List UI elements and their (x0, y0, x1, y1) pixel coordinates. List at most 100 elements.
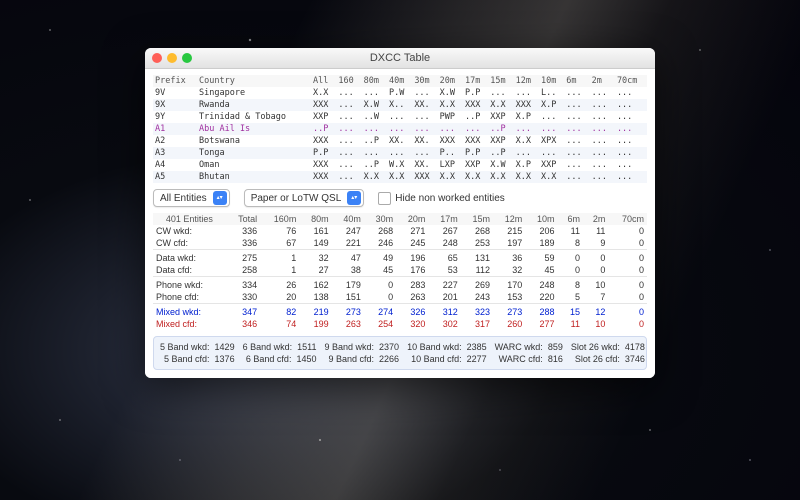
stats-col-header: 70cm (608, 213, 647, 225)
band-cell: ... (564, 87, 589, 99)
entities-count-label: 401 Entities (153, 213, 226, 225)
band-cell: XXX (412, 171, 437, 183)
stats-cell: 0 (558, 264, 583, 277)
band-cell: ..P (362, 159, 387, 171)
summary-item: 9 Band cfd: 2266 (324, 354, 399, 364)
prefix-cell: A2 (153, 135, 197, 147)
table-row[interactable]: 9XRwandaXXX...X.WX..XX.X.XXXXX.XXXXX.P..… (153, 99, 647, 111)
band-cell: ... (387, 123, 412, 135)
dxcc-col-header: 10m (539, 75, 564, 87)
table-row[interactable]: A1Abu Ail Is..P....................P....… (153, 123, 647, 135)
table-row[interactable]: A2BotswanaXXX.....PXX.XX.XXXXXXXXPX.XXPX… (153, 135, 647, 147)
stats-cell: 254 (364, 318, 396, 330)
stats-cell: 196 (396, 250, 428, 265)
stats-row: Phone wkd:334261621790283227269170248810… (153, 277, 647, 292)
stats-cell: 0 (583, 264, 608, 277)
band-cell: ... (564, 171, 589, 183)
prefix-cell: 9X (153, 99, 197, 111)
band-cell: ... (590, 111, 615, 123)
stats-cell: 47 (332, 250, 364, 265)
band-cell: ... (615, 123, 647, 135)
band-cell: W.X (387, 159, 412, 171)
stats-cell: 170 (493, 277, 525, 292)
summary-item: Slot 26 cfd: 3746 (571, 354, 645, 364)
stats-col-header: 30m (364, 213, 396, 225)
stats-cell: 1 (260, 250, 299, 265)
stats-cell: 323 (461, 304, 493, 319)
table-row[interactable]: 9VSingaporeX.X......P.W...X.WP.P......L.… (153, 87, 647, 99)
band-cell: ..W (362, 111, 387, 123)
stats-cell: 131 (461, 250, 493, 265)
prefix-cell: 9Y (153, 111, 197, 123)
band-cell: ... (564, 123, 589, 135)
stats-cell: 227 (428, 277, 460, 292)
dxcc-window: DXCC Table PrefixCountryAll16080m40m30m2… (145, 48, 655, 378)
stats-cell: 0 (608, 264, 647, 277)
band-cell: ... (539, 111, 564, 123)
band-cell: X.X (539, 171, 564, 183)
stats-cell: 0 (608, 237, 647, 250)
stats-cell: 221 (332, 237, 364, 250)
band-cell: X.X (438, 99, 463, 111)
summary-item: Slot 26 wkd: 4178 (571, 342, 645, 352)
stats-cell: 8 (558, 237, 583, 250)
band-cell: ... (590, 99, 615, 111)
stats-cell: 336 (226, 237, 260, 250)
band-cell: P.. (438, 147, 463, 159)
band-cell: ... (590, 171, 615, 183)
summary-item: 5 Band cfd: 1376 (160, 354, 235, 364)
table-row[interactable]: A5BhutanXXX...X.XX.XXXXX.XX.XX.XX.XX.X..… (153, 171, 647, 183)
country-cell: Singapore (197, 87, 311, 99)
stats-cell: 201 (428, 291, 460, 304)
stats-cell: 258 (226, 264, 260, 277)
band-cell: ... (539, 147, 564, 159)
band-cell: ... (514, 123, 539, 135)
stats-cell: 0 (583, 250, 608, 265)
band-cell: ... (590, 87, 615, 99)
table-row[interactable]: A4OmanXXX.....PW.XXX.LXPXXPX.WX.PXXP....… (153, 159, 647, 171)
band-cell: ... (514, 87, 539, 99)
stats-row-label: Mixed cfd: (153, 318, 226, 330)
stats-cell: 274 (364, 304, 396, 319)
band-cell: ... (412, 87, 437, 99)
band-cell: ... (488, 87, 513, 99)
stats-cell: 0 (608, 318, 647, 330)
stats-cell: 273 (332, 304, 364, 319)
stats-cell: 347 (226, 304, 260, 319)
stats-row: Phone cfd:330201381510263201243153220570 (153, 291, 647, 304)
titlebar[interactable]: DXCC Table (145, 48, 655, 69)
qsl-select-label: Paper or LoTW QSL (251, 193, 342, 204)
dxcc-col-header: All (311, 75, 336, 87)
band-cell: X.W (488, 159, 513, 171)
stats-col-header: 15m (461, 213, 493, 225)
band-cell: P.W (387, 87, 412, 99)
band-cell: X.X (514, 171, 539, 183)
stats-cell: 179 (332, 277, 364, 292)
stats-cell: 11 (583, 225, 608, 237)
dxcc-col-header: Prefix (153, 75, 197, 87)
band-cell: ... (336, 99, 361, 111)
entity-select[interactable]: All Entities ▴▾ (153, 189, 230, 207)
qsl-select[interactable]: Paper or LoTW QSL ▴▾ (244, 189, 365, 207)
table-row[interactable]: 9YTrinidad & TobagoXXP.....W......PWP..P… (153, 111, 647, 123)
band-cell: ..P (362, 135, 387, 147)
stats-row-label: Phone wkd: (153, 277, 226, 292)
stats-cell: 8 (558, 277, 583, 292)
table-row[interactable]: A3TongaP.P............P..P.P..P.........… (153, 147, 647, 159)
dxcc-col-header: 30m (412, 75, 437, 87)
band-cell: ... (412, 147, 437, 159)
dxcc-col-header: 80m (362, 75, 387, 87)
stats-col-header: 20m (396, 213, 428, 225)
band-cell: ... (336, 123, 361, 135)
band-cell: ... (387, 111, 412, 123)
summary-item: 6 Band cfd: 1450 (243, 354, 317, 364)
prefix-cell: A3 (153, 147, 197, 159)
dxcc-col-header: Country (197, 75, 311, 87)
stats-cell: 253 (461, 237, 493, 250)
stats-cell: 0 (558, 250, 583, 265)
band-cell: ... (336, 147, 361, 159)
band-cell: P.P (463, 87, 488, 99)
hide-nonworked-checkbox[interactable]: Hide non worked entities (378, 192, 505, 205)
band-cell: XX. (412, 135, 437, 147)
band-cell: ... (615, 171, 647, 183)
